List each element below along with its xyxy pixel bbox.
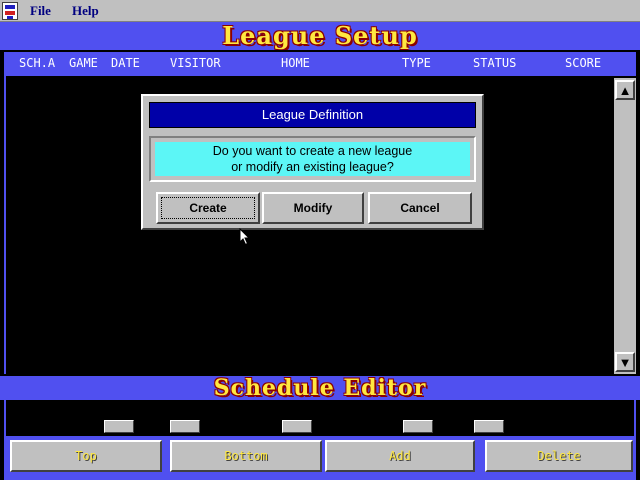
cancel-button[interactable]: Cancel [368,192,472,224]
dialog-title: League Definition [149,102,476,128]
arrow-up-icon: ▲ [618,82,632,98]
column-header-row: SCH.A GAME DATE VISITOR HOME TYPE STATUS… [4,50,636,76]
column-header-game: GAME [69,56,98,70]
menu-help[interactable]: Help [72,3,99,19]
menu-file[interactable]: File [30,3,51,19]
dialog-message-frame: Do you want to create a new league or mo… [149,136,476,182]
column-header-type: TYPE [402,56,431,70]
schedule-editor-banner: Schedule Editor [0,376,640,400]
bottom-button[interactable]: Bottom [170,440,322,472]
column-header-visitor: VISITOR [170,56,221,70]
column-header-home: HOME [281,56,310,70]
league-definition-dialog: League Definition Do you want to create … [141,94,484,230]
modify-button[interactable]: Modify [262,192,364,224]
field-tab-button[interactable] [474,420,504,433]
vertical-scrollbar[interactable]: ▲ ▼ [614,78,636,374]
arrow-down-icon: ▼ [618,354,632,370]
scroll-up-button[interactable]: ▲ [615,80,635,100]
league-setup-banner: League Setup [0,22,640,50]
field-tab-button[interactable] [403,420,433,433]
dialog-message-line-1: Do you want to create a new league [212,144,413,158]
column-header-status: STATUS [473,56,517,70]
editor-field-area [4,400,636,438]
scroll-down-button[interactable]: ▼ [615,352,635,372]
field-tab-button[interactable] [104,420,134,433]
delete-button[interactable]: Delete [485,440,633,472]
dialog-message-line-2: or modify an existing league? [231,160,394,174]
create-button[interactable]: Create [156,192,260,224]
top-button[interactable]: Top [10,440,162,472]
menu-bar: File Help [0,0,640,22]
mouse-pointer-icon [239,228,251,246]
column-header-score: SCORE [565,56,602,70]
add-button[interactable]: Add [325,440,475,472]
column-header-sch-a: SCH.A [19,56,56,70]
app-icon[interactable] [2,2,18,20]
column-header-date: DATE [111,56,140,70]
field-tab-button[interactable] [282,420,312,433]
dialog-message: Do you want to create a new league or mo… [155,142,470,176]
field-tab-button[interactable] [170,420,200,433]
